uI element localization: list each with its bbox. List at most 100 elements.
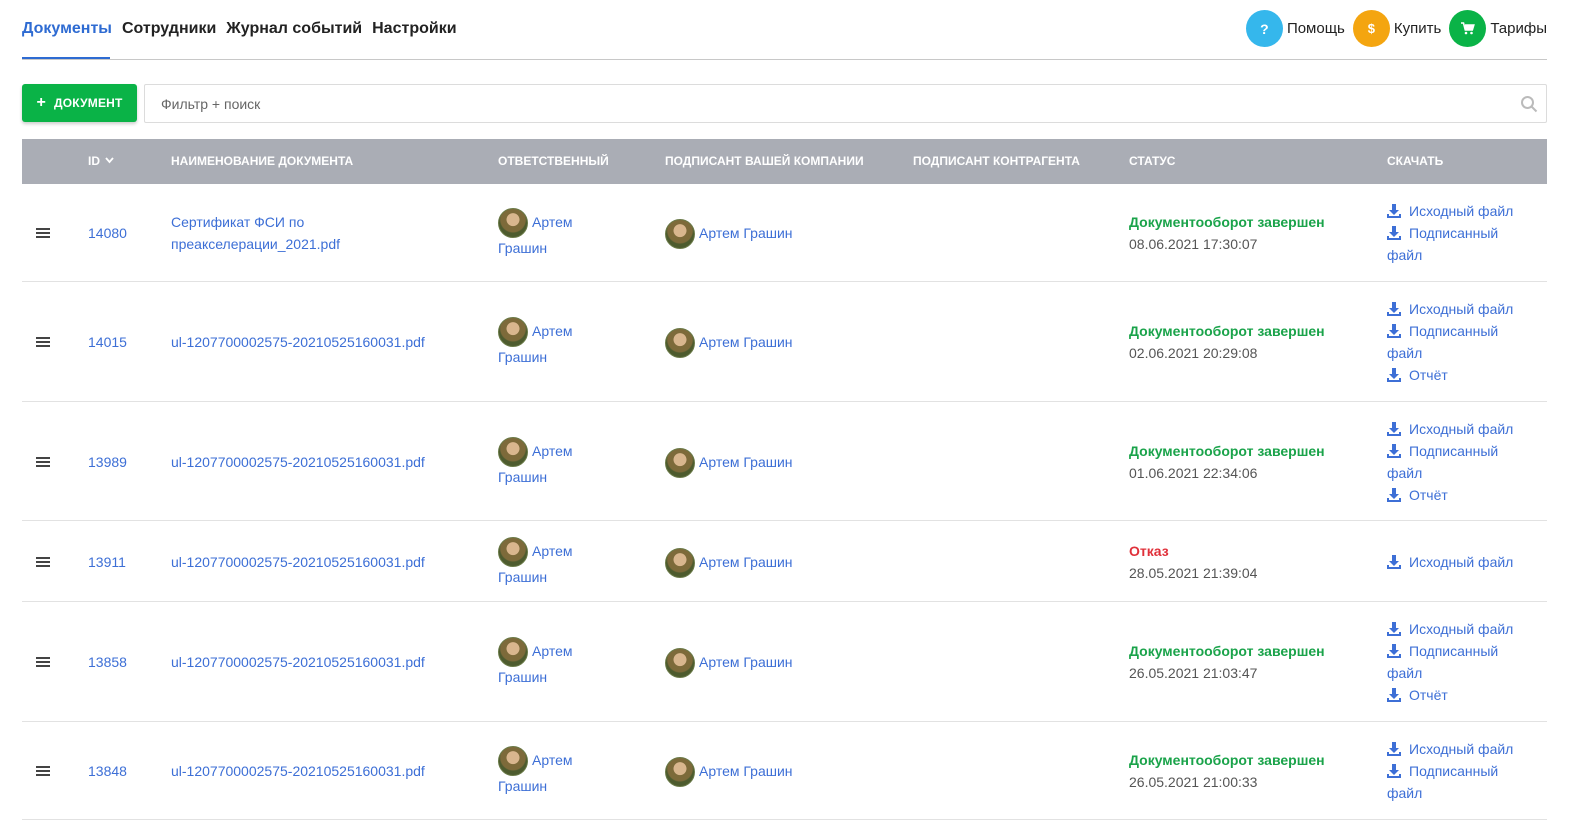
drag-handle-icon[interactable] bbox=[36, 556, 50, 567]
download-link[interactable]: файл bbox=[1387, 244, 1513, 266]
help-icon: ? bbox=[1245, 10, 1283, 47]
document-name-line: ul-1207700002575-20210525160031.pdf bbox=[171, 763, 425, 779]
download-link[interactable]: файл bbox=[1387, 462, 1513, 484]
column-header-signer: ПОДПИСАНТ ВАШЕЙ КОМПАНИИ bbox=[665, 154, 864, 168]
download-icon bbox=[1387, 302, 1401, 316]
download-link[interactable]: файл bbox=[1387, 782, 1513, 804]
document-name-link[interactable]: ul-1207700002575-20210525160031.pdf bbox=[171, 551, 425, 573]
download-link[interactable]: Подписанный bbox=[1387, 760, 1513, 782]
table-row[interactable]: 13989 ul-1207700002575-20210525160031.pdf… bbox=[22, 402, 1547, 521]
download-link[interactable]: Исходный файл bbox=[1387, 298, 1513, 320]
download-link[interactable]: Отчёт bbox=[1387, 484, 1513, 506]
status-cell: Документооборот завершен 02.06.2021 20:29… bbox=[1129, 320, 1325, 364]
drag-handle-icon[interactable] bbox=[36, 456, 50, 467]
search-icon[interactable] bbox=[1520, 95, 1538, 113]
download-link[interactable]: Исходный файл bbox=[1387, 551, 1513, 573]
drag-handle-icon[interactable] bbox=[36, 228, 50, 238]
download-link-label: Исходный файл bbox=[1409, 741, 1514, 757]
table-row[interactable]: 13858 ul-1207700002575-20210525160031.pdf… bbox=[22, 602, 1547, 722]
company-signer[interactable]: Артем Грашин bbox=[665, 447, 793, 478]
download-link-label: файл bbox=[1387, 785, 1423, 801]
download-icon bbox=[1387, 443, 1401, 458]
tab-employees[interactable]: Сотрудники bbox=[122, 18, 216, 60]
responsible-user[interactable]: Артем Грашин bbox=[498, 636, 608, 687]
company-signer[interactable]: Артем Грашин bbox=[665, 756, 793, 788]
document-name-line: ul-1207700002575-20210525160031.pdf bbox=[171, 654, 425, 670]
dollar-icon: $ bbox=[1352, 10, 1390, 47]
add-document-button[interactable]: + ДОКУМЕНТ bbox=[22, 84, 137, 122]
download-link[interactable]: Отчёт bbox=[1387, 364, 1513, 386]
download-icon bbox=[1387, 368, 1401, 382]
download-link[interactable]: Исходный файл bbox=[1387, 738, 1513, 760]
download-link[interactable]: Подписанный bbox=[1387, 440, 1513, 462]
avatar bbox=[665, 547, 695, 578]
avatar bbox=[665, 328, 695, 359]
tariffs-label: Тарифы bbox=[1490, 20, 1547, 37]
plus-icon: + bbox=[36, 94, 46, 111]
tariffs-button[interactable]: Тарифы bbox=[1449, 10, 1547, 47]
drag-handle-icon[interactable] bbox=[36, 657, 50, 667]
responsible-last-name: Грашин bbox=[498, 240, 548, 257]
document-name-link[interactable]: ul-1207700002575-20210525160031.pdf bbox=[171, 451, 425, 473]
download-icon bbox=[1387, 324, 1401, 338]
document-id-link[interactable]: 13989 bbox=[88, 451, 127, 473]
responsible-first-name: Артем bbox=[532, 752, 573, 768]
help-button[interactable]: ? Помощь bbox=[1245, 10, 1345, 47]
download-cell: Исходный файл Подписанный файл Отчёт bbox=[1387, 298, 1513, 386]
table-row[interactable]: 13848 ul-1207700002575-20210525160031.pdf… bbox=[22, 722, 1547, 820]
download-link[interactable]: Отчёт bbox=[1387, 684, 1513, 706]
table-row[interactable]: 13911 ul-1207700002575-20210525160031.pdf… bbox=[22, 521, 1547, 602]
document-id-link[interactable]: 13911 bbox=[88, 551, 126, 573]
avatar bbox=[665, 447, 695, 478]
responsible-user[interactable]: Артем Грашин bbox=[498, 436, 608, 487]
document-id-link[interactable]: 13858 bbox=[88, 651, 127, 673]
responsible-user[interactable]: Артем Грашин bbox=[498, 316, 608, 367]
responsible-user[interactable]: Артем Грашин bbox=[498, 536, 608, 587]
table-row[interactable]: 14015 ul-1207700002575-20210525160031.pdf… bbox=[22, 282, 1547, 402]
download-link[interactable]: Исходный файл bbox=[1387, 418, 1513, 440]
company-signer[interactable]: Артем Грашин bbox=[665, 647, 793, 679]
company-signer[interactable]: Артем Грашин bbox=[665, 218, 793, 250]
download-link[interactable]: файл bbox=[1387, 342, 1513, 364]
status-date: 26.05.2021 21:03:47 bbox=[1129, 665, 1258, 681]
column-header-responsible: ОТВЕТСТВЕННЫЙ bbox=[498, 154, 609, 168]
company-signer[interactable]: Артем Грашин bbox=[665, 547, 793, 578]
status-badge: Документооборот завершен bbox=[1129, 323, 1325, 339]
download-link[interactable]: Исходный файл bbox=[1387, 200, 1513, 222]
status-date: 08.06.2021 17:30:07 bbox=[1129, 236, 1258, 252]
document-name-link[interactable]: ul-1207700002575-20210525160031.pdf bbox=[171, 651, 425, 673]
status-date: 01.06.2021 22:34:06 bbox=[1129, 464, 1258, 481]
status-date: 26.05.2021 21:00:33 bbox=[1129, 774, 1258, 790]
document-id-link[interactable]: 13848 bbox=[88, 760, 127, 782]
search-box bbox=[144, 84, 1547, 123]
document-id-link[interactable]: 14015 bbox=[88, 331, 127, 353]
table-row[interactable]: 14080 Сертификат ФСИ по преакселерации_202… bbox=[22, 184, 1547, 282]
download-link[interactable]: Исходный файл bbox=[1387, 618, 1513, 640]
document-name-link[interactable]: Сертификат ФСИ по преакселерации_2021.pdf bbox=[171, 211, 340, 255]
avatar bbox=[498, 317, 528, 348]
drag-handle-icon[interactable] bbox=[36, 337, 50, 347]
tab-documents[interactable]: Документы bbox=[22, 18, 112, 60]
responsible-user[interactable]: Артем Грашин bbox=[498, 207, 608, 258]
document-name-link[interactable]: ul-1207700002575-20210525160031.pdf bbox=[171, 331, 425, 353]
tab-event-log[interactable]: Журнал событий bbox=[226, 18, 362, 60]
tab-settings[interactable]: Настройки bbox=[372, 18, 456, 60]
download-link[interactable]: Подписанный bbox=[1387, 640, 1513, 662]
download-link[interactable]: Подписанный bbox=[1387, 222, 1513, 244]
download-link[interactable]: Подписанный bbox=[1387, 320, 1513, 342]
document-name-link[interactable]: ul-1207700002575-20210525160031.pdf bbox=[171, 760, 425, 782]
column-header-id[interactable]: ID bbox=[88, 139, 115, 184]
download-link[interactable]: файл bbox=[1387, 662, 1513, 684]
download-link-label: Подписанный bbox=[1409, 323, 1499, 339]
download-icon bbox=[1387, 204, 1401, 218]
document-id-link[interactable]: 14080 bbox=[88, 222, 127, 244]
responsible-last-name: Грашин bbox=[498, 349, 548, 366]
responsible-first-name: Артем bbox=[532, 323, 573, 339]
drag-handle-icon[interactable] bbox=[36, 766, 50, 776]
search-input[interactable] bbox=[145, 85, 1546, 122]
download-link-label: Подписанный bbox=[1409, 763, 1499, 779]
buy-button[interactable]: $ Купить bbox=[1352, 10, 1442, 47]
responsible-user[interactable]: Артем Грашин bbox=[498, 745, 608, 796]
buy-label: Купить bbox=[1393, 20, 1442, 37]
company-signer[interactable]: Артем Грашин bbox=[665, 327, 793, 359]
